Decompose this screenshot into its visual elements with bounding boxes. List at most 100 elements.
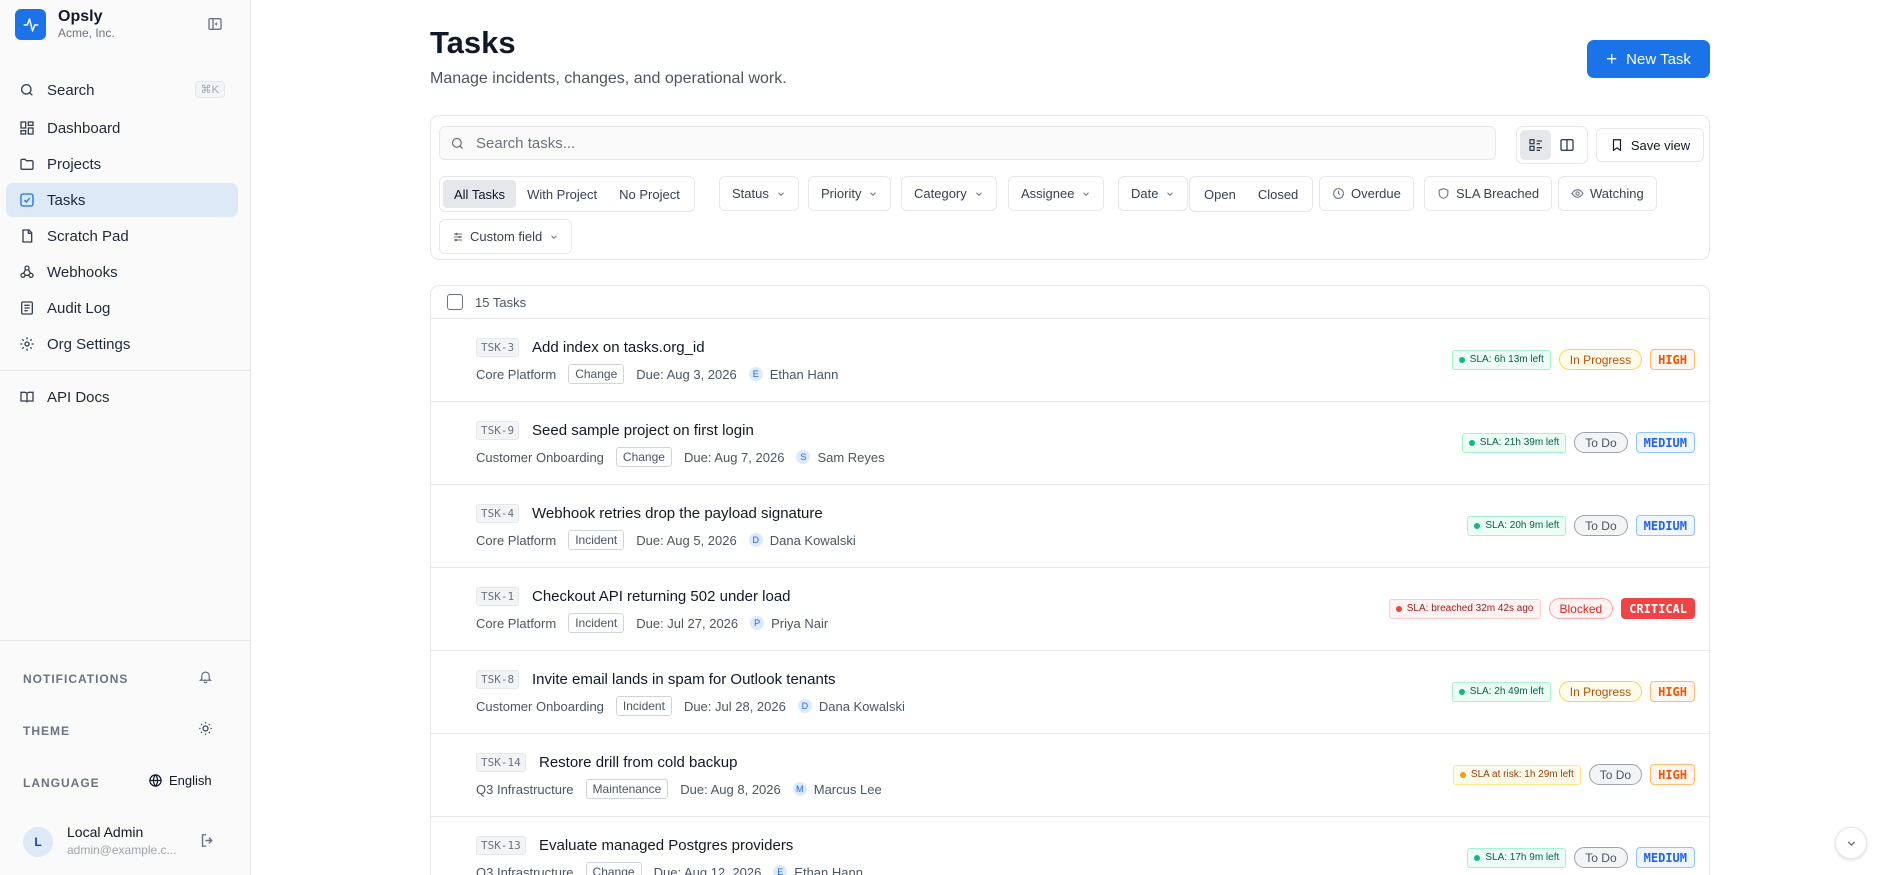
task-title[interactable]: Evaluate managed Postgres providers bbox=[539, 837, 793, 854]
due-date: Due: Aug 12, 2026 bbox=[653, 864, 762, 875]
task-title[interactable]: Checkout API returning 502 under load bbox=[532, 588, 791, 605]
sidebar-item-label: Audit Log bbox=[47, 299, 111, 317]
scope-no-project[interactable]: No Project bbox=[608, 180, 691, 208]
date-dropdown[interactable]: Date bbox=[1118, 176, 1189, 211]
table-row[interactable]: TSK-9 Seed sample project on first login C… bbox=[431, 402, 1709, 485]
category-tag: Maintenance bbox=[585, 779, 669, 799]
table-row[interactable]: TSK-1 Checkout API returning 502 under lo… bbox=[431, 568, 1709, 651]
sidebar-item-webhooks[interactable]: Webhooks bbox=[6, 255, 238, 289]
table-row[interactable]: TSK-3 Add index on tasks.org_id Core Platf… bbox=[431, 319, 1709, 402]
sla-text: SLA: 17h 9m left bbox=[1485, 852, 1560, 863]
assignee-name: Dana Kowalski bbox=[769, 532, 856, 548]
brand[interactable]: Opsly Acme, Inc. bbox=[15, 8, 115, 41]
sla-dot-icon bbox=[1459, 771, 1466, 778]
chevron-down-icon bbox=[549, 232, 559, 242]
category-dropdown[interactable]: Category bbox=[901, 176, 997, 211]
shield-icon bbox=[1437, 187, 1450, 200]
list-view-button[interactable] bbox=[1520, 130, 1551, 160]
task-meta: Core Platform Incident Due: Jul 27, 2026 P P… bbox=[476, 613, 828, 633]
sliders-icon bbox=[452, 231, 464, 243]
watching-filter[interactable]: Watching bbox=[1558, 176, 1657, 211]
priority-dropdown[interactable]: Priority bbox=[808, 176, 892, 211]
sla-breached-filter[interactable]: SLA Breached bbox=[1424, 176, 1553, 211]
bell-icon[interactable] bbox=[198, 669, 213, 684]
status-badge: Blocked bbox=[1548, 598, 1614, 619]
task-id: TSK-14 bbox=[476, 753, 526, 772]
user-email: admin@example.c... bbox=[67, 843, 177, 857]
scope-with-project[interactable]: With Project bbox=[516, 180, 608, 208]
task-title[interactable]: Restore drill from cold backup bbox=[539, 754, 737, 771]
select-all-checkbox[interactable] bbox=[447, 294, 463, 310]
table-row[interactable]: TSK-8 Invite email lands in spam for Outl… bbox=[431, 651, 1709, 734]
sla-text: SLA: 6h 13m left bbox=[1469, 354, 1544, 365]
app-name: Opsly bbox=[58, 8, 103, 25]
assignee-avatar: M bbox=[792, 782, 807, 796]
new-task-button[interactable]: + New Task bbox=[1587, 40, 1710, 78]
language-label: LANGUAGE bbox=[23, 776, 100, 790]
sidebar-item-dashboard[interactable]: Dashboard bbox=[6, 111, 238, 145]
chevron-down-icon bbox=[974, 189, 984, 199]
dropdown-label: Date bbox=[1131, 186, 1159, 201]
logout-icon[interactable] bbox=[199, 832, 217, 850]
chevron-down-icon bbox=[1081, 189, 1091, 199]
table-row[interactable]: TSK-14 Restore drill from cold backup Q3 I… bbox=[431, 734, 1709, 817]
assignee-avatar: D bbox=[797, 699, 812, 713]
board-view-button[interactable] bbox=[1551, 130, 1582, 160]
sla-dot-icon bbox=[1474, 854, 1481, 861]
category-tag: Change bbox=[568, 364, 625, 384]
sidebar-item-api-docs[interactable]: API Docs bbox=[6, 380, 238, 414]
overdue-filter[interactable]: Overdue bbox=[1319, 176, 1414, 211]
sla-badge: SLA at risk: 1h 29m left bbox=[1452, 764, 1581, 785]
assignee-avatar: S bbox=[796, 450, 811, 464]
due-date: Due: Aug 5, 2026 bbox=[636, 532, 737, 548]
task-title[interactable]: Invite email lands in spam for Outlook t… bbox=[532, 671, 836, 688]
task-title[interactable]: Webhook retries drop the payload signatu… bbox=[532, 505, 823, 522]
sidebar-item-scratch-pad[interactable]: Scratch Pad bbox=[6, 219, 238, 253]
sla-text: SLA: breached 32m 42s ago bbox=[1406, 603, 1534, 614]
table-row[interactable]: TSK-4 Webhook retries drop the payload si… bbox=[431, 485, 1709, 568]
sidebar-item-tasks[interactable]: Tasks bbox=[6, 183, 238, 217]
dropdown-label: Status bbox=[732, 186, 769, 201]
sla-badge: SLA: breached 32m 42s ago bbox=[1388, 598, 1541, 619]
dropdown-label: Category bbox=[914, 186, 967, 201]
avatar[interactable]: L bbox=[23, 827, 53, 857]
sla-dot-icon bbox=[1474, 522, 1481, 529]
sidebar-item-org-settings[interactable]: Org Settings bbox=[6, 327, 238, 361]
sidebar-item-label: Projects bbox=[47, 155, 102, 173]
collapse-sidebar-icon[interactable] bbox=[207, 16, 225, 34]
task-title[interactable]: Seed sample project on first login bbox=[532, 422, 754, 439]
task-project: Core Platform bbox=[476, 615, 557, 631]
shortcut-badge: ⌘K bbox=[194, 81, 225, 98]
priority-badge: HIGH bbox=[1650, 349, 1695, 370]
save-view-button[interactable]: Save view bbox=[1596, 128, 1704, 162]
task-badges: SLA: 2h 49m left In Progress HIGH bbox=[1451, 681, 1695, 702]
category-tag: Incident bbox=[568, 613, 625, 633]
notifications-label: NOTIFICATIONS bbox=[23, 672, 129, 686]
sidebar-item-search[interactable]: Search ⌘K bbox=[6, 73, 238, 107]
search-input[interactable] bbox=[476, 134, 1376, 152]
task-title[interactable]: Add index on tasks.org_id bbox=[532, 339, 705, 356]
sidebar-item-label: Dashboard bbox=[47, 119, 121, 137]
assignee-name: Sam Reyes bbox=[817, 449, 885, 465]
assignee-name: Ethan Hann bbox=[794, 864, 863, 875]
state-filter: Open Closed bbox=[1189, 176, 1314, 212]
sla-text: SLA: 20h 9m left bbox=[1485, 520, 1560, 531]
custom-field-dropdown[interactable]: Custom field bbox=[439, 219, 573, 254]
pulse-logo-icon bbox=[15, 9, 46, 40]
status-dropdown[interactable]: Status bbox=[719, 176, 799, 211]
state-closed[interactable]: Closed bbox=[1247, 180, 1309, 208]
scroll-down-button[interactable] bbox=[1835, 827, 1867, 859]
state-open[interactable]: Open bbox=[1193, 180, 1247, 208]
sidebar: Opsly Acme, Inc. Search ⌘K Dashboard Pro… bbox=[0, 0, 251, 875]
language-select[interactable]: English bbox=[148, 773, 212, 788]
sun-icon[interactable] bbox=[198, 721, 213, 736]
task-badges: SLA: 6h 13m left In Progress HIGH bbox=[1451, 349, 1695, 370]
save-view-label: Save view bbox=[1630, 137, 1691, 153]
view-toggle bbox=[1516, 126, 1588, 164]
sidebar-item-audit-log[interactable]: Audit Log bbox=[6, 291, 238, 325]
assignee-dropdown[interactable]: Assignee bbox=[1008, 176, 1105, 211]
sidebar-item-projects[interactable]: Projects bbox=[6, 147, 238, 181]
scope-all-tasks[interactable]: All Tasks bbox=[443, 180, 517, 208]
task-badges: SLA: 20h 9m left To Do MEDIUM bbox=[1467, 515, 1695, 536]
table-row[interactable]: TSK-13 Evaluate managed Postgres provider… bbox=[431, 817, 1709, 875]
